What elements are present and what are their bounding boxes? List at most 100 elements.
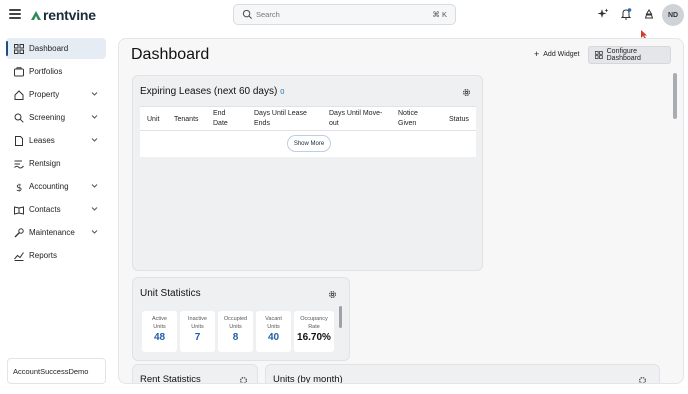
chevron-down-icon bbox=[91, 207, 98, 211]
stat-value[interactable]: 8 bbox=[218, 332, 253, 343]
stat-label: Occupied bbox=[223, 316, 248, 322]
widget-title: Units (by month) bbox=[273, 374, 343, 384]
sidebar-item-contacts[interactable]: Contacts bbox=[6, 199, 106, 220]
dollar-icon: $ bbox=[16, 183, 22, 192]
page-title: Dashboard bbox=[131, 46, 210, 63]
stat-occupancy-rate: Occupancy Rate 16.70% bbox=[294, 311, 334, 352]
unit-statistics-widget: Unit Statistics Active Units 48 Inactive… bbox=[132, 277, 350, 361]
user-icon[interactable] bbox=[643, 8, 655, 20]
stat-label: Rate bbox=[308, 324, 320, 330]
sparkle-icon[interactable] bbox=[597, 8, 609, 20]
widget-title: Expiring Leases (next 60 days) 0 bbox=[140, 86, 284, 97]
top-bar: rentvine Search ⌘ K ND bbox=[0, 0, 688, 30]
sidebar-item-property[interactable]: Property bbox=[6, 84, 106, 105]
stat-vacant-units: Vacant Units 40 bbox=[256, 311, 291, 352]
magnifier-icon bbox=[14, 113, 24, 123]
avatar[interactable]: ND bbox=[662, 4, 684, 26]
gear-icon[interactable] bbox=[328, 290, 337, 299]
stat-value[interactable]: 7 bbox=[180, 332, 215, 343]
account-switcher[interactable]: AccountSuccessDemo bbox=[7, 358, 106, 384]
rent-statistics-widget: Rent Statistics bbox=[132, 364, 258, 384]
chevron-down-icon bbox=[91, 138, 98, 142]
logo[interactable]: rentvine bbox=[30, 6, 96, 24]
configure-dashboard-label: Configure Dashboard bbox=[606, 48, 641, 62]
expiring-count[interactable]: 0 bbox=[280, 87, 284, 96]
stat-inactive-units: Inactive Units 7 bbox=[180, 311, 215, 352]
column-header: Tenants bbox=[174, 116, 199, 123]
sidebar-item-screening[interactable]: Screening bbox=[6, 107, 106, 128]
stat-label: Units bbox=[267, 324, 280, 330]
sidebar-item-label: Leases bbox=[29, 136, 55, 145]
sidebar-item-label: Accounting bbox=[29, 182, 69, 191]
column-header: Notice Given bbox=[398, 110, 418, 127]
stat-value: 16.70% bbox=[297, 332, 331, 343]
gear-icon[interactable] bbox=[462, 88, 471, 97]
grid-icon bbox=[595, 51, 603, 59]
bell-icon[interactable] bbox=[620, 8, 632, 20]
document-icon bbox=[15, 135, 23, 146]
dashboard-panel: Dashboard + Add Widget Configure Dashboa… bbox=[118, 38, 684, 384]
stat-label: Occupancy bbox=[300, 316, 328, 322]
stat-label: Units bbox=[153, 324, 166, 330]
stat-label: Vacant bbox=[265, 316, 282, 322]
contacts-icon bbox=[14, 205, 24, 215]
search-placeholder: Search bbox=[256, 10, 280, 19]
wrench-icon bbox=[14, 227, 24, 237]
house-icon bbox=[14, 89, 24, 100]
stat-label: Inactive bbox=[188, 316, 207, 322]
stat-label: Units bbox=[229, 324, 242, 330]
chevron-down-icon bbox=[91, 184, 98, 188]
column-header: Unit bbox=[147, 116, 160, 123]
gear-icon[interactable] bbox=[638, 376, 647, 384]
sidebar-item-rentsign[interactable]: Rentsign bbox=[6, 153, 106, 174]
chevron-down-icon bbox=[91, 230, 98, 234]
sidebar-item-maintenance[interactable]: Maintenance bbox=[6, 222, 106, 243]
configure-dashboard-button[interactable]: Configure Dashboard bbox=[588, 46, 671, 64]
search-shortcut: ⌘ K bbox=[432, 10, 447, 19]
sidebar: Dashboard Portfolios Property Screening … bbox=[0, 30, 114, 394]
column-header: End Date bbox=[213, 110, 228, 127]
stat-active-units: Active Units 48 bbox=[142, 311, 177, 352]
expiring-leases-widget: Expiring Leases (next 60 days) 0 Unit Ten… bbox=[132, 75, 483, 271]
sidebar-item-label: Maintenance bbox=[29, 228, 75, 237]
sidebar-item-leases[interactable]: Leases bbox=[6, 130, 106, 151]
gear-icon[interactable] bbox=[239, 376, 248, 384]
sidebar-item-label: Reports bbox=[29, 251, 58, 260]
column-header: Status bbox=[449, 116, 469, 123]
chevron-down-icon bbox=[91, 92, 98, 96]
chart-icon bbox=[14, 251, 24, 261]
widget-title-text: Expiring Leases (next 60 days) bbox=[140, 86, 278, 97]
sidebar-item-label: Screening bbox=[29, 113, 66, 122]
sign-icon bbox=[14, 160, 24, 168]
add-widget-label: Add Widget bbox=[543, 50, 580, 58]
logo-mark-icon bbox=[31, 11, 41, 20]
search-icon bbox=[242, 9, 253, 20]
sidebar-item-label: Property bbox=[29, 90, 60, 99]
sidebar-item-portfolios[interactable]: Portfolios bbox=[6, 61, 106, 82]
stat-value[interactable]: 40 bbox=[256, 332, 291, 343]
menu-icon[interactable] bbox=[9, 9, 21, 19]
leases-table-body: Show More bbox=[140, 131, 476, 157]
sidebar-item-label: Rentsign bbox=[29, 159, 61, 168]
column-header: Days Until Move-out bbox=[329, 110, 383, 127]
sidebar-item-label: Contacts bbox=[29, 205, 61, 214]
units-by-month-widget: Units (by month) bbox=[265, 364, 660, 384]
svg-text:$: $ bbox=[16, 183, 22, 192]
column-header: Days Until Lease Ends bbox=[254, 110, 307, 127]
sidebar-item-accounting[interactable]: $ Accounting bbox=[6, 176, 106, 197]
widget-title: Unit Statistics bbox=[140, 288, 201, 299]
sidebar-item-label: Dashboard bbox=[29, 44, 69, 53]
search-input[interactable]: Search ⌘ K bbox=[233, 4, 456, 25]
stat-label: Units bbox=[191, 324, 204, 330]
sidebar-item-reports[interactable]: Reports bbox=[6, 245, 106, 266]
chevron-down-icon bbox=[91, 115, 98, 119]
widget-scrollbar[interactable] bbox=[339, 306, 342, 328]
logo-text: rentvine bbox=[43, 7, 96, 23]
widget-title: Rent Statistics bbox=[140, 374, 201, 384]
leases-table-header: Unit Tenants End Date Days Until Lease E… bbox=[140, 106, 476, 131]
add-widget-button[interactable]: + Add Widget bbox=[534, 49, 579, 59]
stat-value[interactable]: 48 bbox=[142, 332, 177, 343]
sidebar-item-dashboard[interactable]: Dashboard bbox=[6, 38, 106, 59]
show-more-button[interactable]: Show More bbox=[287, 135, 331, 152]
scrollbar[interactable] bbox=[673, 73, 677, 119]
